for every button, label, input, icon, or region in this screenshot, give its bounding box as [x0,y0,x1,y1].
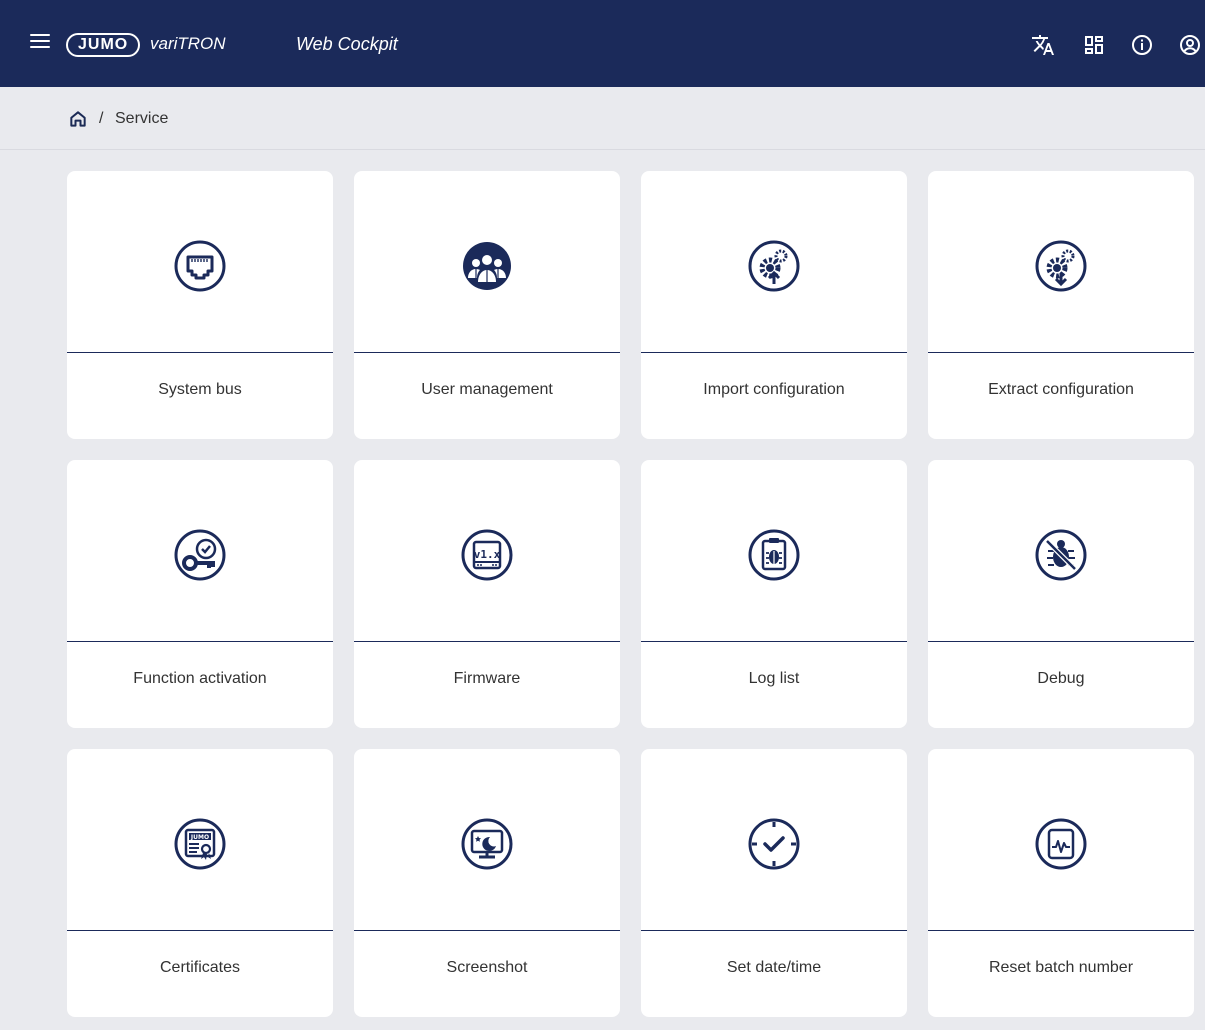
tile-reset-batch-number[interactable]: Reset batch number [928,749,1194,1017]
svg-text:v1.x: v1.x [474,548,501,561]
tile-label: Certificates [159,959,241,976]
tile-label: Set date/time [726,959,822,976]
clock-check-icon [746,816,802,872]
tile-divider [641,930,907,931]
tile-divider [928,352,1194,353]
tile-label: Import configuration [703,381,845,398]
tile-divider [354,352,620,353]
firmware-version-icon: v1.x [459,527,515,583]
tile-label: Log list [748,670,800,687]
tile-divider [67,352,333,353]
tile-divider [354,930,620,931]
tile-label: User management [421,381,553,398]
tile-divider [928,641,1194,642]
account-icon[interactable] [1178,33,1202,57]
tile-divider [928,930,1194,931]
tile-divider [67,641,333,642]
home-icon[interactable] [68,109,88,129]
breadcrumb: / Service [0,87,1205,150]
tile-log-list[interactable]: Log list [641,460,907,728]
tile-label: Screenshot [446,959,528,976]
tile-user-management[interactable]: User management [354,171,620,439]
tile-divider [354,641,620,642]
tile-system-bus[interactable]: System bus [67,171,333,439]
debug-off-icon [1033,527,1089,583]
top-bar: JUMO variTRON Web Cockpit [0,0,1205,87]
tile-label: Reset batch number [988,959,1134,976]
app-title: Web Cockpit [296,34,398,54]
tile-label: System bus [158,381,242,398]
jumo-logo: JUMO [66,33,141,57]
breadcrumb-current: Service [115,110,169,127]
tile-set-date-time[interactable]: Set date/time [641,749,907,1017]
tile-label: Function activation [133,670,267,687]
log-bug-icon [746,527,802,583]
tile-divider [641,641,907,642]
extract-config-icon [1033,238,1089,294]
import-config-icon [746,238,802,294]
menu-icon[interactable] [30,34,50,50]
users-icon [459,238,515,294]
tile-firmware[interactable]: v1.x Firmware [354,460,620,728]
translate-icon[interactable] [1031,33,1055,57]
tile-divider [641,352,907,353]
tile-label: Extract configuration [988,381,1134,398]
tile-debug[interactable]: Debug [928,460,1194,728]
tile-label: Debug [1037,670,1085,687]
reset-batch-icon [1033,816,1089,872]
service-tiles: System bus User management Import config… [67,171,1194,1017]
tile-label: Firmware [453,670,521,687]
ethernet-port-icon [172,238,228,294]
screenshot-icon [459,816,515,872]
tile-certificates[interactable]: JUMO Certificates [67,749,333,1017]
key-clock-icon [172,527,228,583]
tile-divider [67,930,333,931]
breadcrumb-separator: / [99,110,104,127]
brand-name: variTRON [150,34,226,53]
svg-text:JUMO: JUMO [190,834,209,841]
dashboard-icon[interactable] [1082,33,1106,57]
certificate-icon: JUMO [172,816,228,872]
tile-extract-configuration[interactable]: Extract configuration [928,171,1194,439]
tile-screenshot[interactable]: Screenshot [354,749,620,1017]
tile-function-activation[interactable]: Function activation [67,460,333,728]
tile-import-configuration[interactable]: Import configuration [641,171,907,439]
info-icon[interactable] [1130,33,1154,57]
